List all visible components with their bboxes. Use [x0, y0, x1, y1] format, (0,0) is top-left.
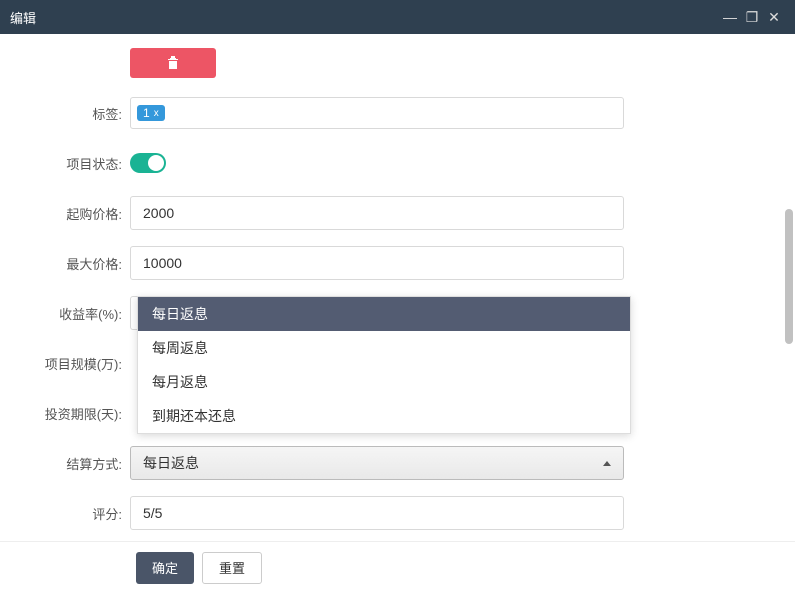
delete-button[interactable]	[130, 48, 216, 78]
tag-chip[interactable]: 1x	[137, 105, 165, 121]
vertical-scrollbar[interactable]	[785, 36, 793, 591]
form-content-area: 标签: 1x 项目状态: 起购价格: 最大价格: 收益率(%): 项目规模(万)…	[0, 34, 795, 541]
tags-label: 标签:	[20, 104, 130, 123]
settlement-dropdown[interactable]: 每日返息 每周返息 每月返息 到期还本还息	[137, 296, 631, 434]
dropdown-option[interactable]: 每月返息	[138, 365, 630, 399]
scrollbar-thumb[interactable]	[785, 209, 793, 344]
trash-icon	[167, 56, 179, 70]
tags-input[interactable]: 1x	[130, 97, 624, 129]
max-price-label: 最大价格:	[20, 254, 130, 273]
dropdown-option[interactable]: 每日返息	[138, 297, 630, 331]
status-label: 项目状态:	[20, 154, 130, 173]
max-price-input[interactable]	[130, 246, 624, 280]
restore-icon[interactable]: ❐	[741, 9, 763, 26]
caret-up-icon	[603, 461, 611, 466]
rating-label: 评分:	[20, 504, 130, 523]
reset-button[interactable]: 重置	[202, 552, 262, 584]
dialog-footer: 确定 重置	[0, 541, 795, 593]
window-titlebar: 编辑 — ❐ ✕	[0, 0, 795, 34]
window-title: 编辑	[10, 8, 36, 27]
tag-remove-icon[interactable]: x	[154, 108, 159, 119]
tag-chip-text: 1	[143, 106, 150, 120]
status-toggle[interactable]	[130, 153, 166, 173]
dropdown-option[interactable]: 每周返息	[138, 331, 630, 365]
scale-label: 项目规模(万):	[20, 354, 130, 373]
close-icon[interactable]: ✕	[763, 9, 785, 26]
term-label: 投资期限(天):	[20, 404, 130, 423]
start-price-label: 起购价格:	[20, 204, 130, 223]
settlement-value: 每日返息	[143, 453, 199, 473]
settlement-select[interactable]: 每日返息	[130, 446, 624, 480]
yield-label: 收益率(%):	[20, 304, 130, 323]
rating-input[interactable]	[130, 496, 624, 530]
settle-label: 结算方式:	[20, 454, 130, 473]
start-price-input[interactable]	[130, 196, 624, 230]
ok-button[interactable]: 确定	[136, 552, 194, 584]
minimize-icon[interactable]: —	[719, 9, 741, 25]
dropdown-option[interactable]: 到期还本还息	[138, 399, 630, 433]
